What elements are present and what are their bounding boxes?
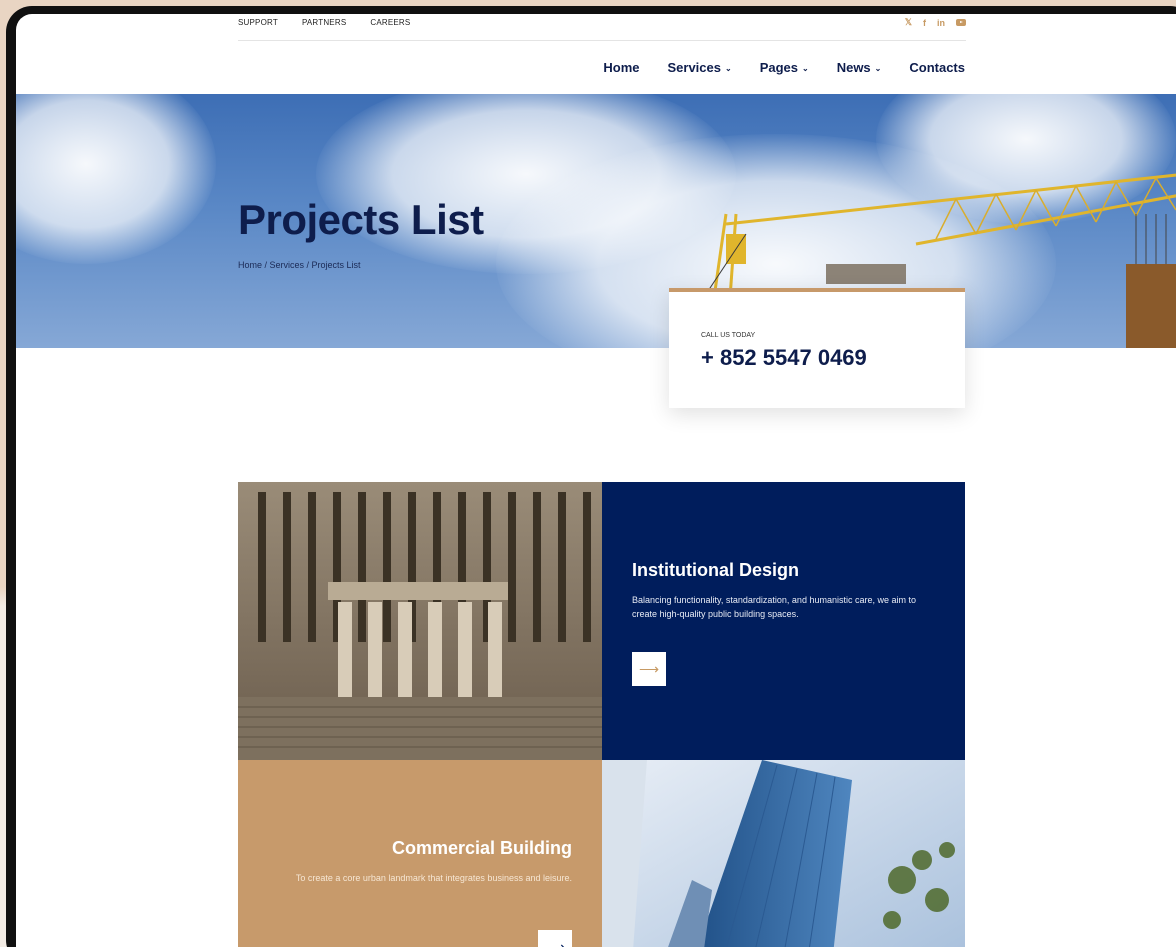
linkedin-icon[interactable]: in xyxy=(937,18,945,28)
browser-screen: SUPPORT PARTNERS CAREERS 𝕏 f in Home Ser… xyxy=(16,14,1176,947)
nav-pages-label: Pages xyxy=(759,60,798,75)
nav-services-label: Services xyxy=(667,60,721,75)
top-link-support[interactable]: SUPPORT xyxy=(238,18,278,27)
project-card-text: Commercial Building To create a core urb… xyxy=(272,838,572,885)
social-links: 𝕏 f in xyxy=(905,17,966,28)
chevron-down-icon: ⌄ xyxy=(874,64,882,73)
projects-grid: Institutional Design Balancing functiona… xyxy=(238,482,965,947)
project-card-text: Institutional Design Balancing functiona… xyxy=(632,560,932,621)
twitter-icon[interactable]: 𝕏 xyxy=(905,17,912,28)
project-arrow-button[interactable]: ⟶ xyxy=(538,930,572,947)
nav-home-label: Home xyxy=(603,60,640,75)
institutional-building-image xyxy=(238,482,602,760)
top-utility-bar: SUPPORT PARTNERS CAREERS 𝕏 f in xyxy=(238,14,966,41)
chevron-down-icon: ⌄ xyxy=(724,64,732,73)
top-link-partners[interactable]: PARTNERS xyxy=(302,18,346,27)
breadcrumb[interactable]: Home / Services / Projects List xyxy=(238,260,361,270)
courthouse-photo xyxy=(238,482,602,760)
top-link-careers[interactable]: CAREERS xyxy=(370,18,410,27)
nav-pages[interactable]: Pages ⌄ xyxy=(760,60,809,75)
nav-home[interactable]: Home xyxy=(603,60,639,75)
nav-news-label: News xyxy=(836,60,871,75)
youtube-icon[interactable] xyxy=(956,19,966,26)
nav-contacts-label: Contacts xyxy=(909,60,965,75)
call-us-card: CALL US TODAY + 852 5547 0469 xyxy=(669,288,965,408)
hero-banner: Projects List Home / Services / Projects… xyxy=(16,94,1176,348)
top-links: SUPPORT PARTNERS CAREERS xyxy=(238,18,410,27)
page-title: Projects List xyxy=(238,196,484,243)
main-nav: Home Services ⌄ Pages ⌄ News ⌄ Contacts xyxy=(603,60,965,75)
arrow-right-icon: ⟶ xyxy=(544,938,566,947)
project-card-institutional[interactable]: Institutional Design Balancing functiona… xyxy=(602,482,965,760)
commercial-building-image xyxy=(602,760,965,947)
glass-tower-photo xyxy=(602,760,965,947)
arrow-right-icon: ⟶ xyxy=(638,660,660,677)
cloud-image xyxy=(16,94,216,264)
facebook-icon[interactable]: f xyxy=(923,18,926,28)
chevron-down-icon: ⌄ xyxy=(802,64,809,73)
project-description: Balancing functionality, standardization… xyxy=(632,595,916,619)
project-arrow-button[interactable]: ⟶ xyxy=(632,652,666,686)
nav-services[interactable]: Services ⌄ xyxy=(667,60,731,75)
phone-number[interactable]: + 852 5547 0469 xyxy=(701,345,867,371)
project-card-commercial[interactable]: Commercial Building To create a core urb… xyxy=(238,760,602,947)
project-title[interactable]: Commercial Building xyxy=(272,838,572,859)
project-title[interactable]: Institutional Design xyxy=(632,560,932,581)
nav-news[interactable]: News ⌄ xyxy=(837,60,882,75)
call-us-label: CALL US TODAY xyxy=(701,332,756,339)
project-description: To create a core urban landmark that int… xyxy=(295,873,572,883)
nav-contacts[interactable]: Contacts xyxy=(909,60,965,75)
